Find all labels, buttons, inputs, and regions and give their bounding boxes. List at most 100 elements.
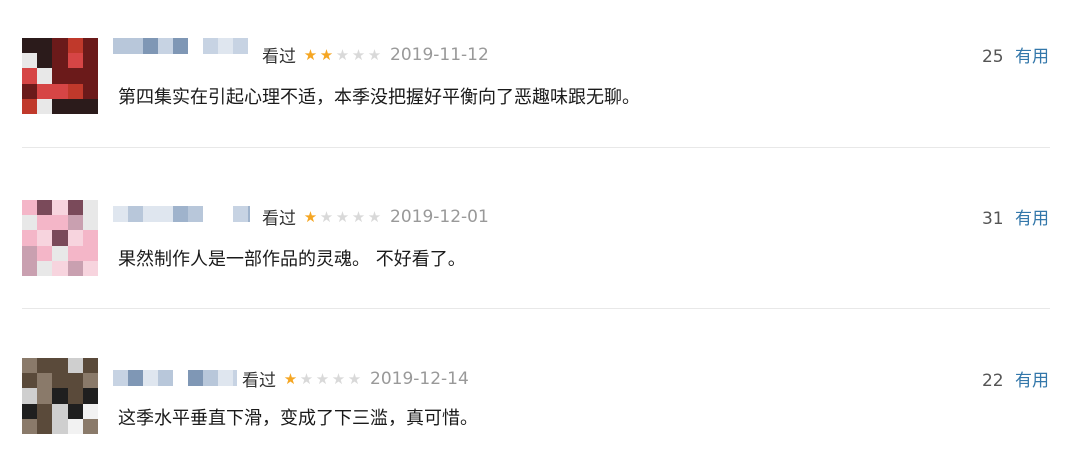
avatar-pixel (52, 83, 68, 99)
username-pixel (113, 206, 128, 222)
avatar-pixel (37, 53, 53, 69)
useful-button[interactable]: 有用 (1015, 47, 1049, 67)
comment-text: 这季水平垂直下滑，变成了下三滥，真可惜。 (118, 408, 478, 429)
avatar-pixel (37, 418, 53, 434)
username-pixel (173, 38, 188, 54)
avatar-pixel (67, 230, 83, 246)
avatar[interactable] (22, 38, 98, 114)
vote-count: 22 (981, 371, 1004, 391)
avatar-pixel (37, 230, 53, 246)
username-pixel (173, 206, 188, 222)
avatar-pixel (67, 388, 83, 404)
avatar[interactable] (22, 200, 98, 276)
avatar-pixel (52, 358, 68, 374)
username-pixel (143, 38, 158, 54)
star-empty-icon: ★ (351, 45, 365, 64)
useful-button[interactable]: 有用 (1015, 209, 1049, 229)
divider (22, 308, 1050, 309)
avatar-pixel (52, 98, 68, 114)
avatar-pixel (67, 245, 83, 261)
divider (22, 147, 1050, 148)
useful-button[interactable]: 有用 (1015, 371, 1049, 391)
star-empty-icon: ★ (367, 207, 381, 226)
avatar-pixel (52, 68, 68, 84)
avatar-pixel (22, 245, 38, 261)
avatar-pixel (22, 68, 38, 84)
star-filled-icon: ★ (303, 207, 317, 226)
star-empty-icon: ★ (319, 207, 333, 226)
username-pixel (218, 370, 233, 386)
vote-count: 31 (981, 209, 1004, 229)
avatar-pixel (37, 98, 53, 114)
avatar-pixel (22, 418, 38, 434)
avatar-pixel (82, 98, 98, 114)
avatar-pixel (52, 418, 68, 434)
username-pixel (113, 370, 128, 386)
username-pixel (143, 370, 158, 386)
username-pixel (143, 206, 158, 222)
avatar-pixel (37, 215, 53, 231)
username-pixel (218, 206, 233, 222)
avatar-pixel (37, 245, 53, 261)
avatar-pixel (82, 388, 98, 404)
avatar-pixel (67, 358, 83, 374)
avatar-pixel (52, 215, 68, 231)
username-pixel (218, 38, 233, 54)
username-pixel (113, 38, 128, 54)
avatar-pixel (67, 215, 83, 231)
username[interactable] (113, 38, 248, 54)
username[interactable] (113, 206, 250, 222)
comment-date: 2019-12-14 (370, 368, 469, 389)
watch-status: 看过 (262, 47, 296, 67)
avatar-pixel (22, 83, 38, 99)
avatar[interactable] (22, 358, 98, 434)
avatar-pixel (52, 53, 68, 69)
avatar-pixel (22, 388, 38, 404)
avatar-pixel (67, 373, 83, 389)
avatar-pixel (37, 403, 53, 419)
watch-status: 看过 (262, 209, 296, 229)
username-pixel (188, 370, 203, 386)
avatar-pixel (82, 68, 98, 84)
star-empty-icon: ★ (351, 207, 365, 226)
avatar-pixel (22, 260, 38, 276)
avatar-pixel (82, 358, 98, 374)
username-pixel (188, 206, 203, 222)
avatar-pixel (22, 403, 38, 419)
username-pixel (203, 370, 218, 386)
username[interactable] (113, 370, 237, 386)
star-empty-icon: ★ (315, 369, 329, 388)
vote-count: 25 (981, 47, 1004, 67)
star-filled-icon: ★ (303, 45, 317, 64)
username-pixel (128, 206, 143, 222)
username-pixel (188, 38, 203, 54)
avatar-pixel (82, 215, 98, 231)
avatar-pixel (22, 215, 38, 231)
rating-stars: ★ ★ ★ ★ ★ (302, 208, 382, 226)
username-pixel (248, 206, 250, 222)
avatar-pixel (37, 260, 53, 276)
vote-area: 31 有用 (982, 204, 1049, 229)
avatar-pixel (82, 373, 98, 389)
avatar-pixel (67, 68, 83, 84)
avatar-pixel (37, 83, 53, 99)
username-pixel (158, 370, 173, 386)
avatar-pixel (22, 53, 38, 69)
username-pixel (203, 38, 218, 54)
comment-date: 2019-12-01 (390, 206, 489, 227)
comment-date: 2019-11-12 (390, 44, 489, 65)
comment-meta: 看过 ★ ★ ★ ★ ★ 2019-11-12 (262, 42, 489, 68)
avatar-pixel (67, 403, 83, 419)
star-empty-icon: ★ (335, 207, 349, 226)
avatar-pixel (67, 418, 83, 434)
comment-meta: 看过 ★ ★ ★ ★ ★ 2019-12-14 (242, 366, 469, 392)
star-empty-icon: ★ (331, 369, 345, 388)
watch-status: 看过 (242, 371, 276, 391)
username-pixel (128, 38, 143, 54)
avatar-pixel (82, 260, 98, 276)
username-pixel (128, 370, 143, 386)
avatar-pixel (52, 200, 68, 216)
vote-area: 22 有用 (982, 366, 1049, 391)
avatar-pixel (22, 358, 38, 374)
avatar-pixel (37, 68, 53, 84)
